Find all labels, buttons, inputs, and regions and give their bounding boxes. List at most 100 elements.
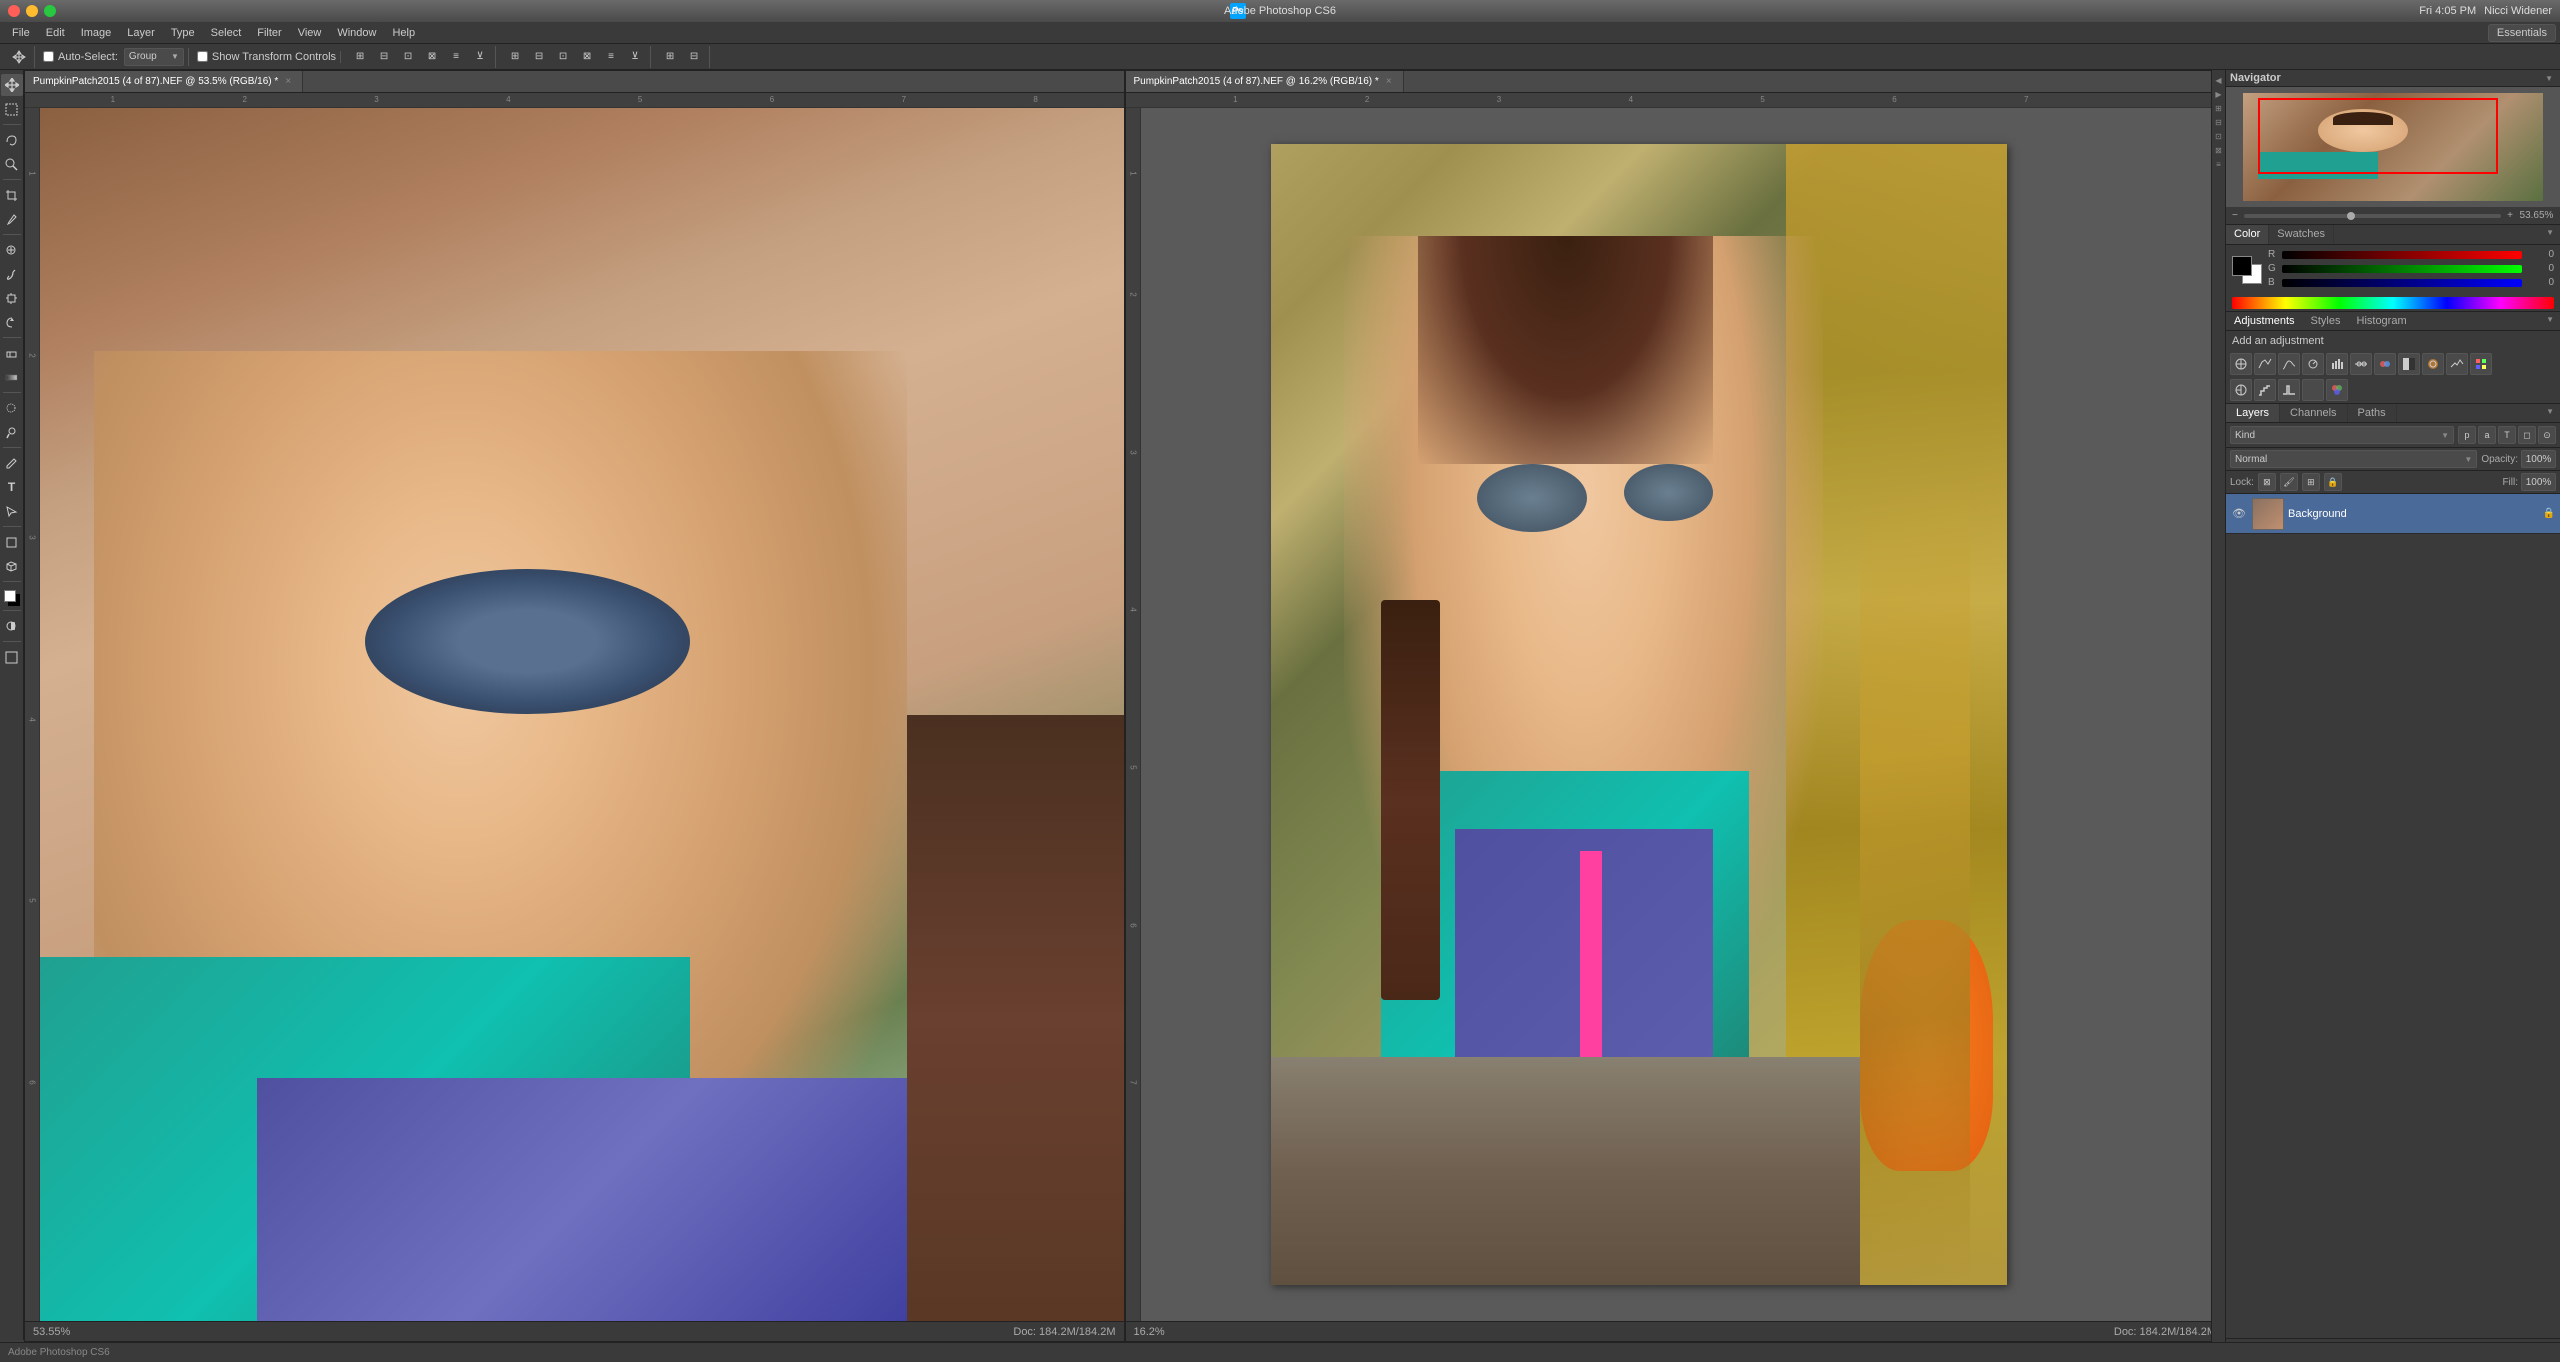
marquee-tool-button[interactable] xyxy=(1,98,23,120)
align-right-btn[interactable]: ⊡ xyxy=(397,46,419,68)
color-lookup-adj-btn[interactable] xyxy=(2470,353,2492,375)
lock-image-btn[interactable]: 🖌 xyxy=(2280,473,2298,491)
window-controls[interactable] xyxy=(8,5,56,17)
dist-top-btn[interactable]: ⊠ xyxy=(576,46,598,68)
right-doc-tab[interactable]: PumpkinPatch2015 (4 of 87).NEF @ 16.2% (… xyxy=(1126,71,1404,92)
invert-adj-btn[interactable] xyxy=(2230,379,2252,401)
pen-tool-button[interactable] xyxy=(1,452,23,474)
path-select-button[interactable] xyxy=(1,500,23,522)
text-tool-button[interactable]: T xyxy=(1,476,23,498)
zoom-out-icon[interactable]: − xyxy=(2232,210,2238,221)
dist-left-btn[interactable]: ⊞ xyxy=(504,46,526,68)
layers-kind-dropdown[interactable]: Kind ▼ xyxy=(2230,426,2454,444)
crop-tool-button[interactable] xyxy=(1,184,23,206)
bw-adj-btn[interactable] xyxy=(2398,353,2420,375)
filter-smart-btn[interactable]: ⊙ xyxy=(2538,426,2556,444)
foreground-color-picker[interactable] xyxy=(2232,256,2252,276)
layer-options-icon[interactable]: 🔒 xyxy=(2542,507,2556,521)
menu-edit[interactable]: Edit xyxy=(38,25,73,41)
color-balance-adj-btn[interactable] xyxy=(2374,353,2396,375)
close-button[interactable] xyxy=(8,5,20,17)
menu-window[interactable]: Window xyxy=(329,25,384,41)
dist-right-btn[interactable]: ⊡ xyxy=(552,46,574,68)
layers-tab[interactable]: Layers xyxy=(2226,404,2280,422)
screen-mode-button[interactable] xyxy=(1,646,23,668)
color-swatch-indicator[interactable] xyxy=(4,590,20,606)
zoom-in-icon[interactable]: + xyxy=(2507,210,2513,221)
dist-bottom-btn[interactable]: ⊻ xyxy=(624,46,646,68)
lock-all-btn[interactable]: 🔒 xyxy=(2324,473,2342,491)
align-top-btn[interactable]: ⊠ xyxy=(421,46,443,68)
brightness-contrast-adj-btn[interactable] xyxy=(2230,353,2252,375)
align-center-h-btn[interactable]: ⊟ xyxy=(373,46,395,68)
green-slider[interactable] xyxy=(2282,265,2522,273)
dist-center-v-btn[interactable]: ≡ xyxy=(600,46,622,68)
history-brush-button[interactable] xyxy=(1,311,23,333)
gradient-tool-button[interactable] xyxy=(1,366,23,388)
menu-view[interactable]: View xyxy=(290,25,330,41)
menu-help[interactable]: Help xyxy=(384,25,423,41)
histogram-tab[interactable]: Histogram xyxy=(2349,312,2415,330)
blur-tool-button[interactable] xyxy=(1,397,23,419)
menu-select[interactable]: Select xyxy=(203,25,250,41)
right-doc-canvas[interactable] xyxy=(1141,108,2225,1321)
curves-adj-btn[interactable] xyxy=(2278,353,2300,375)
side-icon-6[interactable]: ⊠ xyxy=(2213,144,2225,156)
channel-mixer-adj-btn[interactable] xyxy=(2446,353,2468,375)
healing-tool-button[interactable] xyxy=(1,239,23,261)
blend-mode-dropdown[interactable]: Normal ▼ xyxy=(2230,450,2477,468)
left-doc-tab-close[interactable]: × xyxy=(282,76,294,88)
filter-pixel-btn[interactable]: p xyxy=(2458,426,2476,444)
filter-type-btn[interactable]: T xyxy=(2498,426,2516,444)
left-doc-tab[interactable]: PumpkinPatch2015 (4 of 87).NEF @ 53.5% (… xyxy=(25,71,303,92)
color-spectrum-bar[interactable] xyxy=(2232,297,2554,309)
eyedropper-tool-button[interactable] xyxy=(1,208,23,230)
color-tab[interactable]: Color xyxy=(2226,225,2269,244)
background-layer-row[interactable]: 👁 Background 🔒 xyxy=(2226,494,2560,534)
threshold-adj-btn[interactable] xyxy=(2278,379,2300,401)
shape-tool-button[interactable] xyxy=(1,531,23,553)
channels-tab[interactable]: Channels xyxy=(2280,404,2347,422)
hue-saturation-adj-btn[interactable] xyxy=(2350,353,2372,375)
menu-file[interactable]: File xyxy=(4,25,38,41)
side-icon-5[interactable]: ⊡ xyxy=(2213,130,2225,142)
layers-collapse-btn[interactable]: ▼ xyxy=(2540,404,2560,422)
blue-slider[interactable] xyxy=(2282,279,2522,287)
maximize-button[interactable] xyxy=(44,5,56,17)
red-slider[interactable] xyxy=(2282,251,2522,259)
filter-shape-btn[interactable]: ◻ xyxy=(2518,426,2536,444)
transform-controls-checkbox[interactable] xyxy=(197,51,208,62)
vibrance-adj-btn[interactable] xyxy=(2326,353,2348,375)
align-left-btn[interactable]: ⊞ xyxy=(349,46,371,68)
menu-filter[interactable]: Filter xyxy=(249,25,289,41)
side-icon-1[interactable]: ◀ xyxy=(2213,74,2225,86)
clone-tool-button[interactable] xyxy=(1,287,23,309)
layer-visibility-toggle[interactable]: 👁 xyxy=(2230,505,2248,523)
align-center-v-btn[interactable]: ≡ xyxy=(445,46,467,68)
move-tool-button[interactable] xyxy=(1,74,23,96)
gradient-map-adj-btn[interactable] xyxy=(2302,379,2324,401)
swatches-tab[interactable]: Swatches xyxy=(2269,225,2334,244)
color-panel-collapse-btn[interactable]: ▼ xyxy=(2540,225,2560,244)
menu-type[interactable]: Type xyxy=(163,25,203,41)
side-icon-7[interactable]: ≡ xyxy=(2213,158,2225,170)
align-bottom-btn[interactable]: ⊻ xyxy=(469,46,491,68)
photo-filter-adj-btn[interactable] xyxy=(2422,353,2444,375)
right-doc-tab-close[interactable]: × xyxy=(1383,76,1395,88)
opacity-value-input[interactable]: 100% xyxy=(2521,450,2556,468)
quick-mask-button[interactable] xyxy=(1,615,23,637)
selective-color-adj-btn[interactable] xyxy=(2326,379,2348,401)
arrange-btn[interactable]: ⊞ xyxy=(659,46,681,68)
side-icon-3[interactable]: ⊞ xyxy=(2213,102,2225,114)
brush-tool-button[interactable] xyxy=(1,263,23,285)
styles-tab[interactable]: Styles xyxy=(2303,312,2349,330)
essentials-button[interactable]: Essentials xyxy=(2488,24,2556,42)
side-icon-4[interactable]: ⊟ xyxy=(2213,116,2225,128)
navigator-zoom-slider[interactable] xyxy=(2244,214,2501,218)
lock-position-btn[interactable]: ⊞ xyxy=(2302,473,2320,491)
menu-image[interactable]: Image xyxy=(73,25,120,41)
move-tool-icon[interactable] xyxy=(8,46,30,68)
menu-layer[interactable]: Layer xyxy=(119,25,163,41)
foreground-color-swatch[interactable] xyxy=(4,590,16,602)
side-icon-2[interactable]: ▶ xyxy=(2213,88,2225,100)
